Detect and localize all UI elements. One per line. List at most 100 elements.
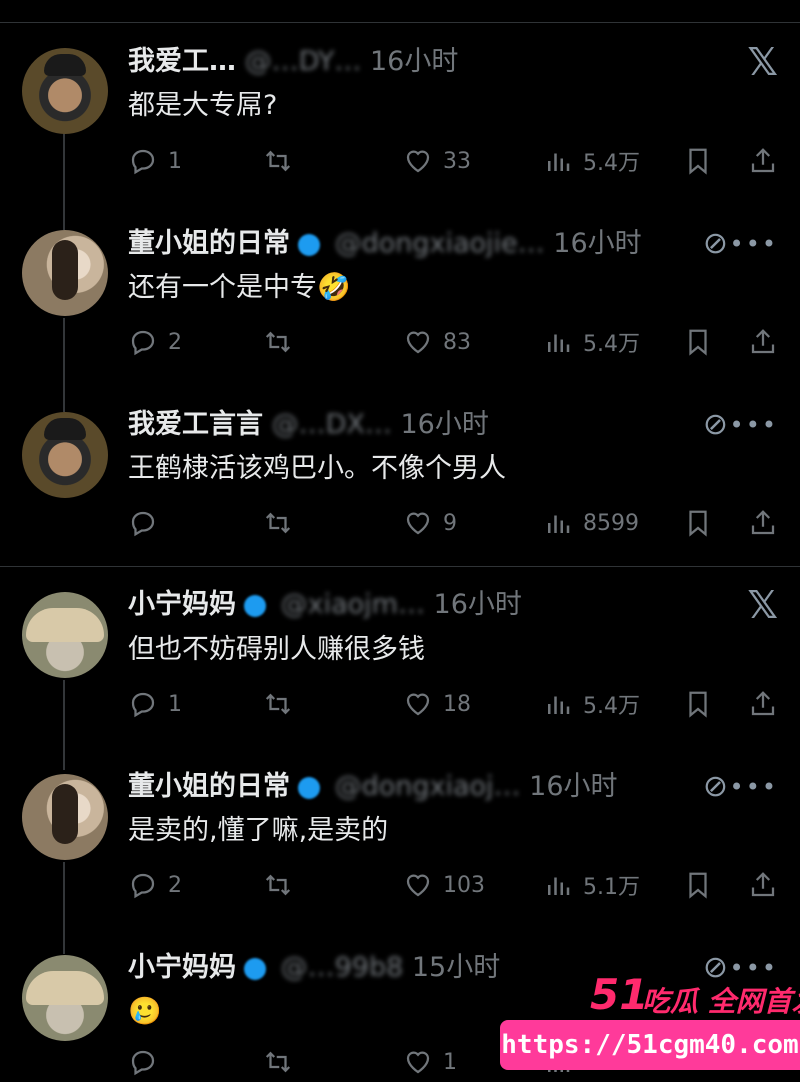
reply-icon	[131, 692, 155, 718]
more-options-icon[interactable]: •••	[730, 954, 778, 982]
display-name[interactable]: 董小姐的日常	[128, 771, 290, 802]
retweet-icon	[265, 874, 291, 896]
thread-line	[63, 680, 65, 770]
bookmark-button[interactable]	[683, 141, 713, 181]
retweet-button[interactable]	[263, 684, 293, 724]
verified-badge-icon	[298, 233, 320, 256]
views-icon	[548, 153, 570, 171]
heart-icon	[406, 512, 430, 535]
handle[interactable]: @dongxiaoj…	[335, 771, 521, 802]
more-options-icon[interactable]: •••	[730, 230, 778, 258]
display-name[interactable]: 小宁妈妈	[128, 589, 236, 620]
avatar[interactable]	[22, 955, 108, 1041]
handle[interactable]: @…DY…	[245, 46, 362, 77]
display-name[interactable]: 董小姐的日常	[128, 228, 290, 259]
like-button[interactable]: 1	[403, 1042, 457, 1082]
retweet-icon	[265, 512, 291, 534]
heart-icon	[406, 1051, 430, 1074]
reply-button[interactable]: 2	[128, 322, 182, 362]
heart-icon	[406, 693, 430, 716]
retweet-icon	[265, 331, 291, 353]
thread-line	[63, 862, 65, 954]
avatar[interactable]	[22, 48, 108, 134]
timestamp[interactable]: 16小时	[400, 409, 488, 440]
grok-icon[interactable]: ⊘	[703, 407, 728, 442]
avatar[interactable]	[22, 592, 108, 678]
retweet-button[interactable]	[263, 503, 293, 543]
reply-button[interactable]: 1	[128, 684, 182, 724]
reply-button[interactable]: 1	[128, 141, 182, 181]
share-icon	[751, 691, 775, 716]
x-logo-icon[interactable]: 𝕏	[747, 42, 778, 82]
tweet-text: 是卖的,懂了嘛,是卖的	[128, 815, 389, 846]
reply-button[interactable]	[128, 503, 168, 543]
views-button[interactable]: 5.1万	[543, 865, 640, 905]
share-button[interactable]	[748, 684, 778, 724]
more-options-icon[interactable]: •••	[730, 773, 778, 801]
watermark-brand-text: 吃瓜 全网首发	[642, 985, 800, 1018]
tweet-text: 都是大专屌?	[128, 90, 278, 121]
timestamp[interactable]: 15小时	[412, 952, 500, 983]
share-button[interactable]	[748, 322, 778, 362]
bookmark-button[interactable]	[683, 322, 713, 362]
tweet-text: 🥲	[128, 996, 162, 1027]
retweet-button[interactable]	[263, 322, 293, 362]
bookmark-button[interactable]	[683, 684, 713, 724]
like-count: 1	[443, 1049, 457, 1075]
display-name[interactable]: 我爱工言言	[128, 409, 263, 440]
grok-icon[interactable]: ⊘	[703, 769, 728, 804]
heart-icon	[406, 331, 430, 354]
reply-icon	[131, 511, 155, 537]
timestamp[interactable]: 16小时	[434, 589, 522, 620]
views-button[interactable]: 8599	[543, 503, 639, 543]
action-bar: 1 18 5.4万	[128, 684, 778, 724]
heart-icon	[406, 150, 430, 173]
reply-icon	[131, 1050, 155, 1076]
action-bar: 2 103 5.1万	[128, 865, 778, 905]
like-button[interactable]: 103	[403, 865, 485, 905]
handle[interactable]: @…DX…	[272, 409, 392, 440]
share-button[interactable]	[748, 503, 778, 543]
share-icon	[751, 872, 775, 897]
view-count: 5.4万	[583, 332, 640, 357]
thread-line	[63, 130, 65, 230]
watermark-brand-number: 51	[590, 970, 649, 1019]
like-count: 9	[443, 510, 457, 536]
retweet-button[interactable]	[263, 1042, 293, 1082]
timestamp[interactable]: 16小时	[529, 771, 617, 802]
share-icon	[751, 329, 775, 354]
retweet-icon	[265, 1051, 291, 1073]
grok-icon[interactable]: ⊘	[703, 226, 728, 261]
retweet-button[interactable]	[263, 141, 293, 181]
avatar[interactable]	[22, 230, 108, 316]
bookmark-button[interactable]	[683, 865, 713, 905]
timestamp[interactable]: 16小时	[553, 228, 641, 259]
views-button[interactable]: 5.4万	[543, 141, 640, 181]
thread-line	[63, 318, 65, 412]
reply-icon	[131, 330, 155, 356]
like-button[interactable]: 18	[403, 684, 471, 724]
display-name[interactable]: 小宁妈妈	[128, 952, 236, 983]
like-button[interactable]: 33	[403, 141, 471, 181]
timestamp[interactable]: 16小时	[370, 46, 458, 77]
share-button[interactable]	[748, 141, 778, 181]
more-options-icon[interactable]: •••	[730, 411, 778, 439]
avatar[interactable]	[22, 774, 108, 860]
views-button[interactable]: 5.4万	[543, 322, 640, 362]
views-button[interactable]: 5.4万	[543, 684, 640, 724]
handle[interactable]: @…99b8	[281, 952, 404, 983]
reply-button[interactable]: 2	[128, 865, 182, 905]
reply-button[interactable]	[128, 1042, 168, 1082]
view-count: 5.1万	[583, 875, 640, 900]
avatar[interactable]	[22, 412, 108, 498]
views-icon	[548, 877, 570, 895]
like-button[interactable]: 83	[403, 322, 471, 362]
retweet-button[interactable]	[263, 865, 293, 905]
like-button[interactable]: 9	[403, 503, 457, 543]
handle[interactable]: @dongxiaojie…	[335, 228, 545, 259]
bookmark-button[interactable]	[683, 503, 713, 543]
share-button[interactable]	[748, 865, 778, 905]
display-name[interactable]: 我爱工…	[128, 46, 236, 77]
x-logo-icon[interactable]: 𝕏	[747, 585, 778, 625]
handle[interactable]: @xiaojm…	[281, 589, 425, 620]
